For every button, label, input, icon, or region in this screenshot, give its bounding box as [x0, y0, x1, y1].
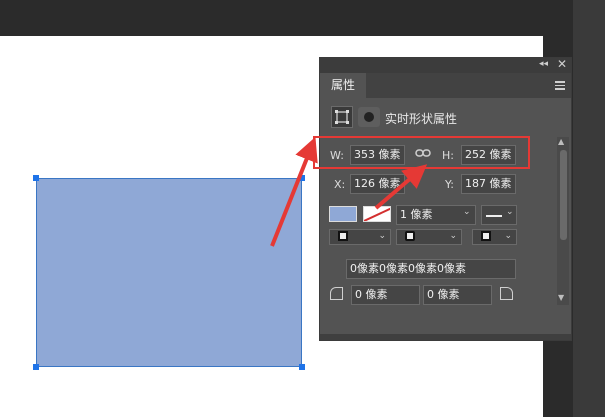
corner-tr-icon: [500, 287, 513, 300]
scroll-down-icon[interactable]: ▼: [558, 293, 564, 302]
chevron-down-icon[interactable]: ⌄: [506, 207, 514, 217]
corner-radius-tr-field[interactable]: 0 像素: [423, 285, 492, 305]
panel-header[interactable]: [320, 58, 571, 73]
rectangle-shape[interactable]: [36, 178, 302, 367]
stroke-cap-dropdown[interactable]: ⌄: [396, 229, 462, 245]
transform-handle-bottom-left[interactable]: [33, 364, 39, 370]
y-field[interactable]: 187 像素: [461, 174, 516, 194]
shape-mode-icon[interactable]: [331, 106, 353, 128]
mask-icon[interactable]: [358, 107, 380, 127]
menu-icon[interactable]: [555, 81, 565, 92]
transform-handle-bottom-right[interactable]: [299, 364, 305, 370]
stroke-corner-dropdown[interactable]: ⌄: [472, 229, 517, 245]
section-title: 实时形状属性: [385, 112, 458, 126]
top-bar: [0, 0, 605, 36]
scroll-up-icon[interactable]: ▲: [558, 137, 564, 146]
panel-resize-bar[interactable]: [320, 334, 571, 340]
tab-properties[interactable]: 属性: [320, 73, 366, 98]
right-toolbar-strip: [573, 0, 605, 417]
close-icon[interactable]: ✕: [557, 57, 567, 71]
y-label: Y:: [445, 178, 454, 191]
transform-handle-top-right[interactable]: [299, 175, 305, 181]
annotation-highlight-box: [313, 136, 530, 169]
x-label: X:: [334, 178, 346, 191]
transform-handle-top-left[interactable]: [33, 175, 39, 181]
fill-color-swatch[interactable]: [329, 206, 357, 222]
corner-radius-all-field[interactable]: 0像素0像素0像素0像素: [346, 259, 516, 279]
scrollbar-thumb[interactable]: [560, 150, 567, 240]
collapse-icon[interactable]: ◂◂: [539, 59, 548, 69]
corner-radius-tl-field[interactable]: 0 像素: [351, 285, 420, 305]
chevron-down-icon[interactable]: ⌄: [463, 207, 471, 217]
stroke-color-swatch[interactable]: [363, 206, 391, 222]
stroke-align-dropdown[interactable]: ⌄: [329, 229, 391, 245]
corner-tl-icon: [330, 287, 343, 300]
x-field[interactable]: 126 像素: [350, 174, 405, 194]
